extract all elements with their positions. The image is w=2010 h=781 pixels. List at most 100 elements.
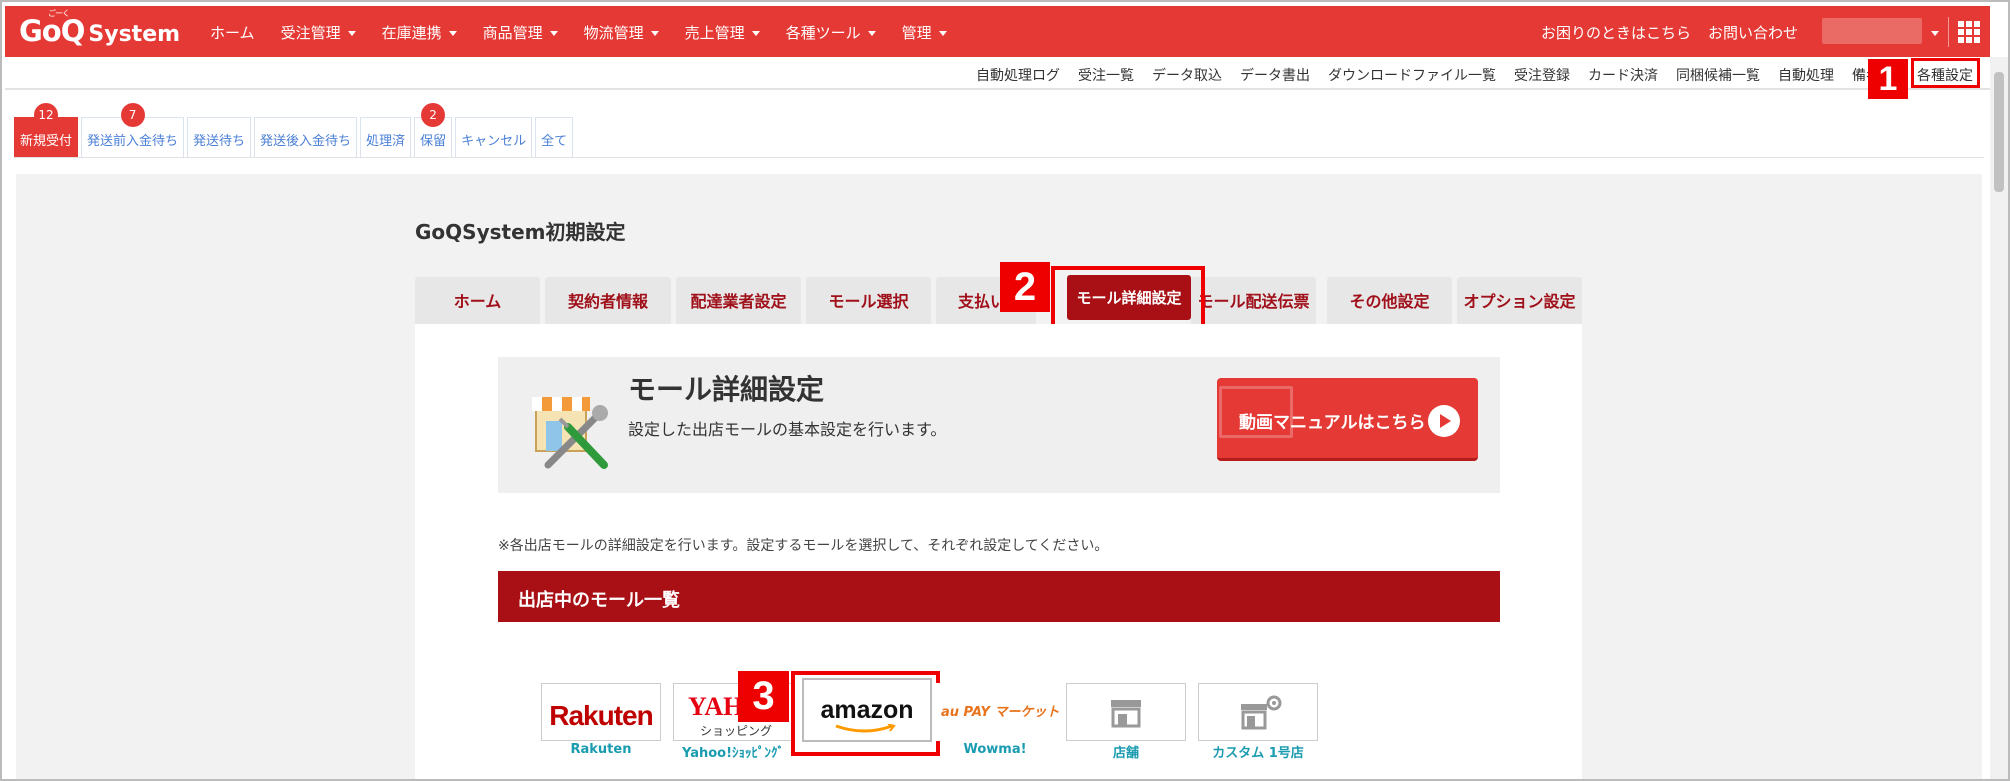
logo-ruby: ごーく: [48, 9, 70, 18]
menu-products-label: 商品管理: [482, 24, 543, 42]
subnav-download-files[interactable]: ダウンロードファイル一覧: [1328, 65, 1496, 85]
yahoo-logo: YAH: [688, 692, 744, 721]
menu-tools-label: 各種ツール: [785, 24, 861, 42]
app-grid-icon[interactable]: [1958, 21, 1980, 43]
tab-mall-select[interactable]: モール選択: [806, 277, 931, 324]
contact-link[interactable]: お問い合わせ: [1708, 22, 1798, 43]
mall-card-rakuten[interactable]: Rakuten: [541, 683, 661, 741]
mall-card-custom[interactable]: [1198, 683, 1318, 741]
divider: [1948, 17, 1949, 47]
subnav-settings-highlighted[interactable]: 各種設定: [1911, 58, 1980, 88]
subnav-card-payment[interactable]: カード決済: [1588, 65, 1658, 85]
user-account-menu[interactable]: [1822, 18, 1922, 44]
count-badge: 12: [34, 103, 58, 127]
sub-navbar: 自動処理ログ 受注一覧 データ取込 データ書出 ダウンロードファイル一覧 受注登…: [5, 57, 1990, 90]
menu-home[interactable]: ホーム: [210, 22, 255, 43]
video-manual-label: 動画マニュアルはこちら: [1239, 413, 1426, 433]
caret-down-icon: [751, 31, 760, 36]
subnav-order-list[interactable]: 受注一覧: [1078, 65, 1134, 85]
status-tab-new[interactable]: 12 新規受付: [14, 103, 79, 157]
au-pay-market-logo: au PAY マーケット: [941, 705, 1060, 720]
status-tab-hold[interactable]: 2 保留: [414, 103, 453, 157]
status-tab-label: 新規受付: [20, 134, 73, 149]
subnav-bundle-candidates[interactable]: 同梱候補一覧: [1676, 65, 1760, 85]
logo-suffix: System: [88, 22, 181, 47]
menu-admin[interactable]: 管理: [902, 22, 947, 43]
section-subtitle: 設定した出店モールの基本設定を行います。: [628, 420, 947, 439]
divider: [14, 157, 1984, 158]
status-tab-prepay-wait[interactable]: 7 発送前入金待ち: [81, 103, 185, 157]
status-tab-ship-wait[interactable]: 発送待ち: [187, 117, 252, 157]
yahoo-logo-sub: ショッピング: [700, 724, 773, 738]
tab-home[interactable]: ホーム: [415, 277, 540, 324]
menu-logistics-label: 物流管理: [583, 24, 644, 42]
caret-down-icon: [938, 31, 947, 36]
mall-card-store[interactable]: [1066, 683, 1186, 741]
tab-other-settings[interactable]: その他設定: [1327, 277, 1452, 324]
tab-carrier-settings[interactable]: 配達業者設定: [676, 277, 801, 324]
menu-logistics[interactable]: 物流管理: [584, 22, 659, 43]
top-navbar: ごーく GoQ System ホーム 受注管理 在庫連携 商品管理 物流管理 売上…: [5, 6, 1990, 57]
status-tab-label: 処理済: [366, 134, 406, 149]
status-tab-all[interactable]: 全て: [535, 117, 574, 157]
menu-home-label: ホーム: [210, 24, 255, 42]
caret-down-icon: [549, 31, 558, 36]
tab-option-settings[interactable]: オプション設定: [1457, 277, 1582, 324]
menu-orders[interactable]: 受注管理: [281, 22, 356, 43]
subnav-order-register[interactable]: 受注登録: [1514, 65, 1570, 85]
status-tab-label: 発送後入金待ち: [260, 134, 352, 149]
subnav-auto-log[interactable]: 自動処理ログ: [976, 65, 1060, 85]
status-tab-label: 発送前入金待ち: [87, 134, 179, 149]
caret-down-icon: [867, 31, 876, 36]
store-icon: [1111, 700, 1141, 728]
callout-1: 1: [1868, 59, 1908, 99]
mall-name-rakuten[interactable]: Rakuten: [536, 742, 666, 757]
logo-text: GoQ: [19, 14, 85, 48]
callout-3: 3: [738, 671, 789, 722]
callout-2: 2: [1000, 262, 1050, 312]
instruction-note: ※各出店モールの詳細設定を行います。設定するモールを選択して、それぞれ設定してく…: [498, 538, 1109, 554]
caret-down-icon: [347, 31, 356, 36]
count-badge: 7: [120, 103, 145, 127]
status-tab-processed[interactable]: 処理済: [360, 117, 412, 157]
custom-store-icon: [1241, 695, 1282, 730]
section-title: モール詳細設定: [628, 373, 825, 406]
subnav-data-import[interactable]: データ取込: [1152, 65, 1222, 85]
tab-contract-info[interactable]: 契約者情報: [545, 277, 671, 324]
subnav-auto-process[interactable]: 自動処理: [1778, 65, 1834, 85]
tab-shipping-slip[interactable]: モール配送伝票: [1191, 277, 1316, 324]
caret-down-icon: [1931, 31, 1939, 36]
mall-card-wowma[interactable]: au PAY マーケット: [935, 683, 1065, 741]
menu-products[interactable]: 商品管理: [483, 22, 558, 43]
order-status-tabs: 12 新規受付 7 発送前入金待ち 発送待ち 発送後入金待ち 処理済 2 保留 キャン…: [14, 103, 576, 157]
scrollbar-thumb[interactable]: [1994, 72, 2004, 192]
highlight-box: [791, 671, 940, 756]
help-link[interactable]: お困りのときはこちら: [1541, 22, 1691, 43]
status-tab-label: キャンセル: [461, 134, 527, 149]
menu-sales[interactable]: 売上管理: [685, 22, 760, 43]
shop-tools-icon: [532, 397, 608, 469]
menu-inventory[interactable]: 在庫連携: [382, 22, 457, 43]
mall-name-yahoo[interactable]: Yahoo!ｼｮｯﾋﾟﾝｸﾞ: [668, 742, 798, 761]
mall-name-wowma[interactable]: Wowma!: [930, 742, 1060, 757]
mall-name-store[interactable]: 店舗: [1061, 742, 1191, 761]
main-menu: ホーム 受注管理 在庫連携 商品管理 物流管理 売上管理 各種ツール 管理: [210, 22, 973, 43]
play-icon: [1428, 405, 1460, 437]
status-tab-label: 全て: [541, 134, 568, 149]
status-tab-label: 保留: [420, 134, 447, 149]
mall-name-custom[interactable]: カスタム 1号店: [1193, 742, 1323, 761]
status-tab-postpay-wait[interactable]: 発送後入金待ち: [254, 117, 358, 157]
menu-inventory-label: 在庫連携: [381, 24, 442, 42]
menu-sales-label: 売上管理: [684, 24, 745, 42]
subnav-data-export[interactable]: データ書出: [1240, 65, 1310, 85]
goq-logo[interactable]: ごーく GoQ System: [19, 9, 181, 48]
count-badge: 2: [421, 103, 446, 127]
video-manual-button[interactable]: 動画マニュアルはこちら: [1217, 378, 1478, 461]
app-window: ごーく GoQ System ホーム 受注管理 在庫連携 商品管理 物流管理 売上…: [0, 0, 2010, 781]
menu-tools[interactable]: 各種ツール: [786, 22, 876, 43]
status-tab-label: 発送待ち: [193, 134, 246, 149]
menu-admin-label: 管理: [901, 24, 932, 42]
rakuten-logo: Rakuten: [549, 700, 653, 731]
menu-orders-label: 受注管理: [280, 24, 341, 42]
status-tab-cancel[interactable]: キャンセル: [455, 117, 533, 157]
